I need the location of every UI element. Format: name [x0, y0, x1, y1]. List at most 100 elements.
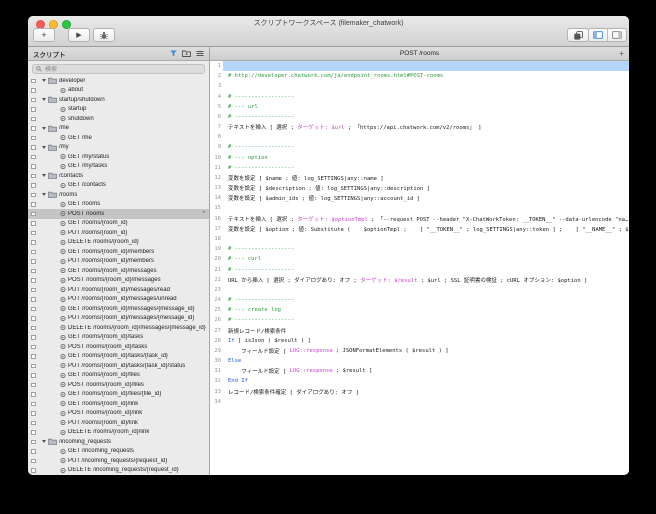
code-line[interactable]: 4 # ------------------ — [210, 92, 629, 102]
include-checkbox[interactable] — [31, 202, 36, 207]
line-content[interactable]: 変数を設定 [ $name ; 値: log_SETTINGS|any::nam… — [223, 173, 629, 183]
include-checkbox[interactable] — [31, 183, 36, 188]
sidebar-script-row[interactable]: startup — [28, 105, 209, 115]
sidebar-folder-row[interactable]: startup/shutdown — [28, 95, 209, 105]
include-checkbox[interactable] — [31, 211, 36, 216]
code-line[interactable]: 25 # --- create log — [210, 305, 629, 315]
include-checkbox[interactable] — [31, 363, 36, 368]
sidebar-script-row[interactable]: POST /rooms/{room_id}/link — [28, 409, 209, 419]
code-line[interactable]: 32 End If — [210, 376, 629, 386]
sidebar-script-row[interactable]: GET /rooms — [28, 200, 209, 210]
filter-icon[interactable] — [170, 50, 177, 57]
sidebar-script-row[interactable]: GET /contacts — [28, 181, 209, 191]
sidebar-script-row[interactable]: GET /rooms/{room_id}/link — [28, 399, 209, 409]
code-line[interactable]: 30 Else — [210, 356, 629, 366]
include-checkbox[interactable] — [31, 259, 36, 264]
line-content[interactable]: Else — [223, 356, 629, 366]
include-checkbox[interactable] — [31, 249, 36, 254]
line-content[interactable] — [223, 397, 629, 407]
code-line[interactable]: 19 # ------------------ — [210, 244, 629, 254]
new-tab-button[interactable]: + — [619, 47, 624, 60]
sidebar-script-row[interactable]: GET /my/status — [28, 152, 209, 162]
toggle-right-pane-button[interactable] — [607, 29, 626, 41]
include-checkbox[interactable] — [31, 192, 36, 197]
code-line[interactable]: 7 テキストを挿入 [ 選択 ; ターゲット: $url ; 「https://a… — [210, 122, 629, 132]
sidebar-folder-row[interactable]: /contacts — [28, 171, 209, 181]
sidebar-script-row[interactable]: PUT /rooms/{room_id}/messages/unread — [28, 295, 209, 305]
include-checkbox[interactable] — [31, 126, 36, 131]
include-checkbox[interactable] — [31, 164, 36, 169]
code-line[interactable]: 33 レコード/検索条件確定 [ ダイアログあり: オフ ] — [210, 387, 629, 397]
code-line[interactable]: 1 — [210, 61, 629, 72]
line-content[interactable]: # ------------------ — [223, 295, 629, 305]
line-content[interactable]: End If — [223, 376, 629, 386]
sidebar-script-row[interactable]: DELETE /rooms/{room_id}/link — [28, 428, 209, 438]
line-content[interactable]: レコード/検索条件確定 [ ダイアログあり: オフ ] — [223, 387, 629, 397]
code-line[interactable]: 23 — [210, 285, 629, 295]
line-content[interactable] — [223, 285, 629, 295]
new-folder-icon[interactable] — [182, 50, 191, 57]
include-checkbox[interactable] — [31, 173, 36, 178]
line-content[interactable]: If [ isJson ( $result ) ] — [223, 336, 629, 346]
line-content[interactable]: # ------------------ — [223, 315, 629, 325]
sidebar-script-row[interactable]: DELETE /rooms/{room_id} — [28, 238, 209, 248]
sidebar-script-row[interactable]: PUT /rooms/{room_id}/messages/read — [28, 285, 209, 295]
line-content[interactable]: # ------------------ — [223, 264, 629, 274]
include-checkbox[interactable] — [31, 392, 36, 397]
search-input[interactable]: 検索 — [32, 63, 205, 74]
code-line[interactable]: 3 — [210, 81, 629, 91]
code-line[interactable]: 31 フィールド設定 [ LOG::response ; $result ] — [210, 366, 629, 376]
line-content[interactable] — [223, 132, 629, 142]
code-line[interactable]: 14 変数を設定 [ $admin_ids ; 値: log_SETTINGS|a… — [210, 193, 629, 203]
disclosure-triangle-icon[interactable] — [41, 145, 46, 149]
code-line[interactable]: 28 If [ isJson ( $result ) ] — [210, 336, 629, 346]
line-content[interactable]: # ------------------ — [223, 142, 629, 152]
include-checkbox[interactable] — [31, 430, 36, 435]
include-checkbox[interactable] — [31, 325, 36, 330]
line-content[interactable]: # http://developer.chatwork.com/ja/endpo… — [223, 71, 629, 81]
line-content[interactable]: フィールド設定 [ LOG::response ; $result ] — [223, 366, 629, 376]
editor-tab-bar[interactable]: POST /rooms + — [210, 47, 629, 60]
code-line[interactable]: 21 # ------------------ — [210, 264, 629, 274]
line-content[interactable] — [223, 81, 629, 91]
line-content[interactable]: 変数を設定 [ $description ; 値: log_SETTINGS|a… — [223, 183, 629, 193]
code-line[interactable]: 9 # ------------------ — [210, 142, 629, 152]
code-line[interactable]: 10 # --- option — [210, 153, 629, 163]
line-content[interactable]: # ------------------ — [223, 244, 629, 254]
line-content[interactable]: # --- create log — [223, 305, 629, 315]
code-line[interactable]: 34 — [210, 397, 629, 407]
code-line[interactable]: 12 変数を設定 [ $name ; 値: log_SETTINGS|any::n… — [210, 173, 629, 183]
sidebar-script-row[interactable]: GET /my/tasks — [28, 162, 209, 172]
code-line[interactable]: 26 # ------------------ — [210, 315, 629, 325]
sidebar-script-row[interactable]: GET /incoming_requests — [28, 447, 209, 457]
selected-line-content[interactable] — [223, 61, 629, 72]
sidebar-script-row[interactable]: GET /me — [28, 133, 209, 143]
line-content[interactable]: 変数を設定 [ $admin_ids ; 値: log_SETTINGS|any… — [223, 193, 629, 203]
sidebar-script-row[interactable]: shutdown — [28, 114, 209, 124]
include-checkbox[interactable] — [31, 230, 36, 235]
line-content[interactable]: URL から挿入 [ 選択 ; ダイアログあり: オフ ; ターゲット: $re… — [223, 275, 629, 285]
include-checkbox[interactable] — [31, 401, 36, 406]
code-line[interactable]: 17 変数を設定 [ $option ; 値: Substitute ( $opt… — [210, 224, 629, 234]
sidebar-script-row[interactable]: PUT /rooms/{room_id} — [28, 228, 209, 238]
sidebar-script-row[interactable]: PUT /incoming_requests/{request_id} — [28, 456, 209, 466]
include-checkbox[interactable] — [31, 278, 36, 283]
line-content[interactable]: # ------------------ — [223, 112, 629, 122]
line-content[interactable]: フィールド設定 [ LOG::response ; JSONFormatElem… — [223, 346, 629, 356]
code-line[interactable]: 20 # --- curl — [210, 254, 629, 264]
toggle-left-pane-button[interactable] — [589, 29, 607, 41]
sidebar-folder-row[interactable]: /my — [28, 143, 209, 153]
code-line[interactable]: 15 — [210, 203, 629, 213]
include-checkbox[interactable] — [31, 335, 36, 340]
include-checkbox[interactable] — [31, 382, 36, 387]
sidebar-script-row[interactable]: PUT /rooms/{room_id}/link — [28, 418, 209, 428]
sidebar-folder-row[interactable]: /incoming_requests — [28, 437, 209, 447]
sidebar-script-row[interactable]: about — [28, 86, 209, 96]
sidebar-script-row[interactable]: DELETE /rooms/{room_id}/messages/{messag… — [28, 323, 209, 333]
include-checkbox[interactable] — [31, 97, 36, 102]
line-content[interactable]: # --- option — [223, 153, 629, 163]
line-content[interactable]: # --- url — [223, 102, 629, 112]
sidebar-script-row[interactable]: GET /rooms/{room_id}/members — [28, 247, 209, 257]
include-checkbox[interactable] — [31, 344, 36, 349]
code-line[interactable]: 8 — [210, 132, 629, 142]
